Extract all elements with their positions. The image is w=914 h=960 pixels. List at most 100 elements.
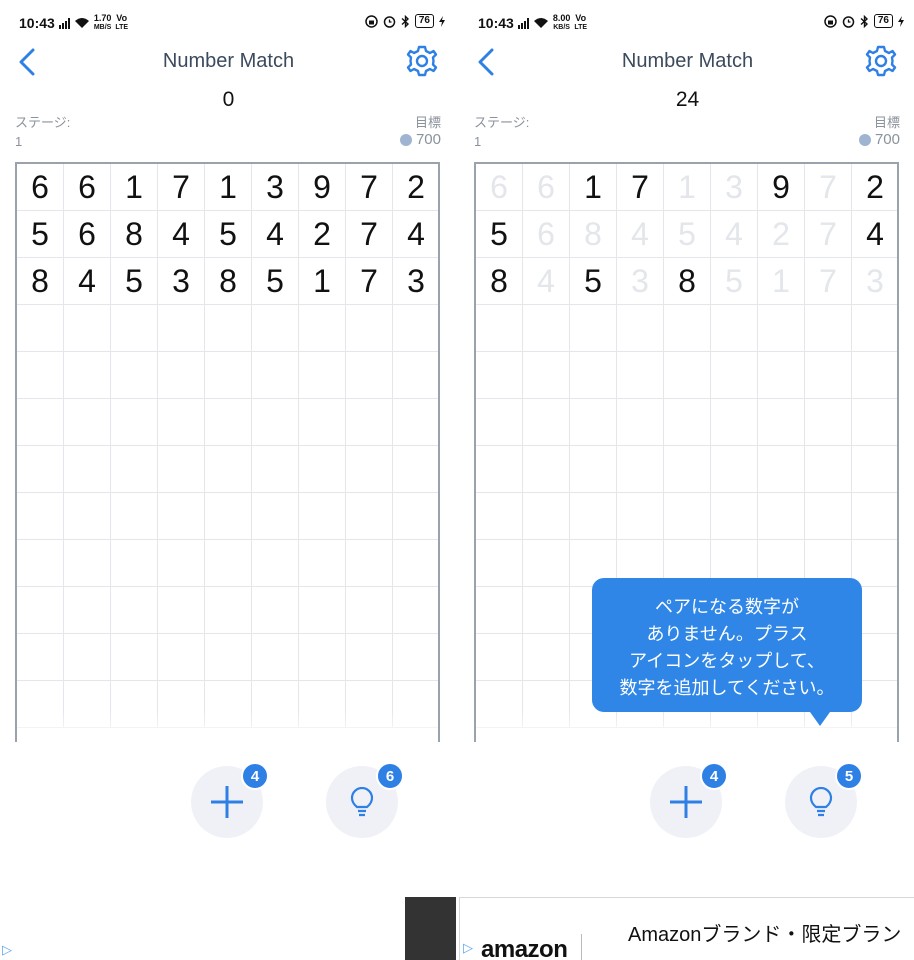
grid-cell[interactable]: 6 (523, 164, 570, 211)
grid-cell[interactable]: 7 (158, 164, 205, 211)
grid-cell[interactable]: 3 (617, 258, 664, 305)
grid-cell[interactable]: 5 (17, 211, 64, 258)
grid-cell[interactable]: 4 (852, 211, 897, 258)
grid-cell (158, 352, 205, 399)
charging-icon (898, 15, 904, 27)
wifi-icon (74, 18, 89, 28)
grid-cell[interactable]: 5 (711, 258, 758, 305)
ad-banner[interactable]: ▷ amazon Amazonブランド・限定ブラン (459, 897, 914, 960)
board-fade (476, 712, 897, 742)
grid-cell (17, 305, 64, 352)
grid-cell (252, 352, 299, 399)
grid-cell[interactable]: 6 (476, 164, 523, 211)
hint-count-badge: 5 (835, 762, 863, 790)
grid-cell (158, 587, 205, 634)
grid-cell[interactable]: 1 (758, 258, 805, 305)
goal-number: 700 (874, 131, 900, 148)
amazon-logo: amazon (481, 936, 568, 960)
grid-cell[interactable]: 6 (64, 164, 111, 211)
grid-cell[interactable]: 4 (617, 211, 664, 258)
grid-cell[interactable]: 7 (346, 258, 393, 305)
grid-cell[interactable]: 8 (570, 211, 617, 258)
grid-cell[interactable]: 4 (64, 258, 111, 305)
grid-cell (758, 493, 805, 540)
grid-cell (299, 446, 346, 493)
grid-cell (476, 540, 523, 587)
hint-button[interactable]: 6 (326, 762, 404, 838)
grid-cell[interactable]: 4 (158, 211, 205, 258)
grid-cell[interactable]: 1 (299, 258, 346, 305)
score: 24 (675, 88, 700, 111)
grid-cell (664, 493, 711, 540)
grid-cell (158, 446, 205, 493)
grid-cell[interactable]: 3 (158, 258, 205, 305)
grid-cell (852, 493, 897, 540)
grid-cell[interactable]: 9 (299, 164, 346, 211)
goal-label: 目標 (414, 115, 441, 130)
grid-cell[interactable]: 3 (852, 258, 897, 305)
grid-cell (852, 352, 897, 399)
grid-cell (570, 352, 617, 399)
grid-cell[interactable]: 3 (711, 164, 758, 211)
grid-cell[interactable]: 8 (111, 211, 158, 258)
grid-cell (805, 305, 852, 352)
grid-cell[interactable]: 7 (346, 211, 393, 258)
grid-cell[interactable]: 8 (205, 258, 252, 305)
hint-button[interactable]: 5 (785, 762, 863, 838)
grid-cell[interactable]: 6 (64, 211, 111, 258)
grid-cell[interactable]: 5 (664, 211, 711, 258)
settings-button[interactable] (405, 44, 439, 78)
grid-cell[interactable]: 8 (664, 258, 711, 305)
grid-cell[interactable]: 9 (758, 164, 805, 211)
grid-cell[interactable]: 5 (476, 211, 523, 258)
grid-cell[interactable]: 2 (393, 164, 438, 211)
grid-cell[interactable]: 4 (252, 211, 299, 258)
grid-cell[interactable]: 7 (805, 211, 852, 258)
grid-cell[interactable]: 4 (393, 211, 438, 258)
grid-cell (617, 446, 664, 493)
settings-button[interactable] (864, 44, 898, 78)
plus-icon (670, 786, 702, 818)
grid-cell (64, 493, 111, 540)
grid-cell[interactable]: 5 (205, 211, 252, 258)
grid-cell[interactable]: 3 (393, 258, 438, 305)
grid-cell[interactable]: 7 (805, 258, 852, 305)
ad-image[interactable] (405, 897, 456, 960)
grid-cell[interactable]: 2 (299, 211, 346, 258)
grid-cell (205, 493, 252, 540)
status-time: 10:43 (19, 15, 55, 31)
grid-cell[interactable]: 5 (111, 258, 158, 305)
grid-cell (758, 446, 805, 493)
add-count-badge: 4 (700, 762, 728, 790)
grid-cell (570, 493, 617, 540)
grid-cell[interactable]: 4 (523, 258, 570, 305)
grid-cell[interactable]: 7 (805, 164, 852, 211)
grid-cell[interactable]: 8 (17, 258, 64, 305)
ad-choices-icon[interactable]: ▷ (463, 940, 473, 956)
add-numbers-button[interactable]: 4 (650, 762, 728, 838)
add-numbers-button[interactable]: 4 (191, 762, 269, 838)
grid-cell[interactable]: 3 (252, 164, 299, 211)
grid-cell[interactable]: 6 (17, 164, 64, 211)
grid-cell[interactable]: 6 (523, 211, 570, 258)
grid-cell[interactable]: 5 (570, 258, 617, 305)
grid-cell[interactable]: 1 (664, 164, 711, 211)
ad-choices-icon[interactable]: ▷ (2, 942, 12, 958)
grid-cell (570, 305, 617, 352)
grid-cell (523, 540, 570, 587)
grid-cell[interactable]: 8 (476, 258, 523, 305)
grid-cell[interactable]: 1 (111, 164, 158, 211)
grid-cell[interactable]: 7 (346, 164, 393, 211)
grid-cell[interactable]: 7 (617, 164, 664, 211)
grid-cell (205, 587, 252, 634)
grid-cell (523, 305, 570, 352)
grid-cell[interactable]: 2 (852, 164, 897, 211)
grid-cell[interactable]: 2 (758, 211, 805, 258)
grid-cell[interactable]: 5 (252, 258, 299, 305)
grid-cell[interactable]: 4 (711, 211, 758, 258)
grid-cell (664, 305, 711, 352)
grid-cell[interactable]: 1 (205, 164, 252, 211)
grid-cell[interactable]: 1 (570, 164, 617, 211)
lock-rotation-icon (365, 14, 378, 28)
grid-cell (393, 540, 438, 587)
